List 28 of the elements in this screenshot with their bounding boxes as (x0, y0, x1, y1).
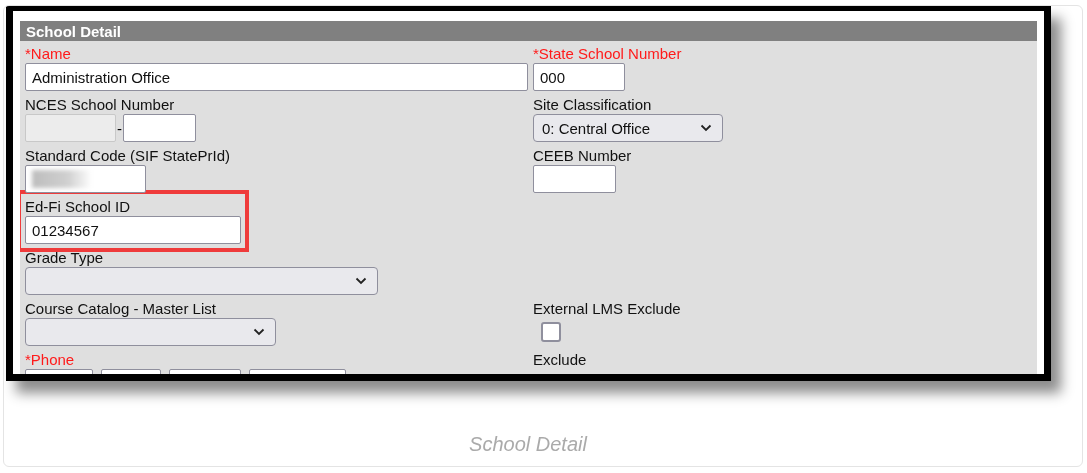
field-label: *Phone (25, 351, 75, 369)
field-label: External LMS Exclude (533, 300, 681, 318)
field-label: Exclude (533, 351, 587, 369)
text-field[interactable] (25, 165, 146, 193)
panel-title: School Detail (20, 21, 1037, 41)
checkbox[interactable] (541, 322, 561, 342)
figure-caption: School Detail (468, 433, 589, 456)
chevron-down-icon (355, 277, 367, 285)
field-label: *State School Number (533, 45, 682, 63)
separator: - (116, 119, 123, 137)
field-label: CEEB Number (533, 147, 632, 165)
chevron-down-icon (700, 124, 712, 132)
text-field[interactable]: Administration Office (25, 63, 528, 91)
dropdown[interactable] (25, 267, 378, 295)
text-field[interactable]: 000 (533, 63, 625, 91)
field-label: *Name (25, 45, 71, 63)
dropdown[interactable] (25, 318, 276, 346)
field-label: Site Classification (533, 96, 652, 114)
field-label: Course Catalog - Master List (25, 300, 216, 318)
field-label: Ed-Fi School ID (25, 198, 131, 216)
field-label: NCES School Number (25, 96, 175, 114)
field-label: Standard Code (SIF StatePrId) (25, 147, 231, 165)
text-field[interactable]: 01234567 (25, 216, 241, 244)
chevron-down-icon (253, 328, 265, 336)
text-field[interactable] (533, 165, 616, 193)
field-label: Grade Type (25, 249, 104, 267)
dropdown[interactable]: 0: Central Office (533, 114, 723, 142)
text-field[interactable] (123, 114, 196, 142)
